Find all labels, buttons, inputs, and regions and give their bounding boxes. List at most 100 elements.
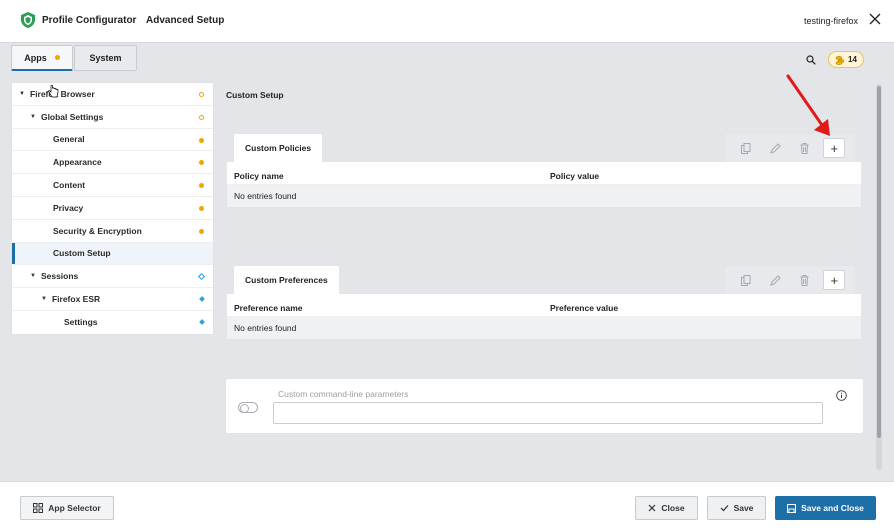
save-label: Save <box>733 503 754 513</box>
status-dot-icon <box>199 183 204 189</box>
status-diamond-icon <box>199 319 205 325</box>
empty-row: No entries found <box>227 317 861 339</box>
tree-item-firefox-esr[interactable]: ▼ Firefox ESR <box>12 288 213 311</box>
tree-item-label: Security & Encryption <box>53 225 142 236</box>
info-icon[interactable] <box>836 390 847 401</box>
tree-item-label: General <box>53 134 85 145</box>
grid-icon <box>33 503 44 513</box>
expand-caret-icon[interactable]: ▼ <box>19 91 25 97</box>
tree-item-label: Privacy <box>53 202 84 213</box>
search-icon[interactable] <box>806 55 816 65</box>
trash-icon <box>800 142 809 154</box>
table-header: Policy name Policy value <box>227 162 861 185</box>
notifications-badge[interactable]: 14 <box>828 51 864 68</box>
status-dot-icon <box>199 137 204 143</box>
command-line-card: Custom command-line parameters <box>225 378 864 434</box>
column-header-preference-value[interactable]: Preference value <box>550 303 618 313</box>
tab-custom-policies[interactable]: Custom Policies <box>234 134 323 162</box>
notifications-count: 14 <box>848 55 857 64</box>
column-header-preference-name[interactable]: Preference name <box>234 303 303 313</box>
tree-item-label: Appearance <box>53 157 102 168</box>
hand-cursor-icon <box>48 85 59 98</box>
close-icon <box>648 504 656 512</box>
footer-bar: App Selector Close Save Save and Close <box>0 481 894 529</box>
annotation-arrow-icon <box>786 74 830 136</box>
section-title: Custom Setup <box>226 90 284 100</box>
copy-icon <box>740 142 751 154</box>
checkmark-icon <box>720 505 729 512</box>
status-dot-icon <box>199 160 204 166</box>
page-title: Advanced Setup <box>146 15 225 26</box>
column-header-policy-name[interactable]: Policy name <box>234 171 284 181</box>
expand-caret-icon[interactable]: ▼ <box>30 114 36 120</box>
tree-item-label: Custom Setup <box>53 248 111 259</box>
save-and-close-label: Save and Close <box>801 503 864 513</box>
profile-name: testing-firefox <box>803 16 858 26</box>
command-line-toggle[interactable] <box>238 402 258 413</box>
status-dot-icon <box>199 205 204 211</box>
copy-icon <box>740 274 751 286</box>
tree-item-security-encryption[interactable]: Security & Encryption <box>12 220 213 243</box>
tree-item-label: Settings <box>64 317 98 328</box>
tree-item-settings[interactable]: Settings <box>12 311 213 334</box>
tree-item-label: Content <box>53 180 86 191</box>
save-and-close-button[interactable]: Save and Close <box>775 496 876 520</box>
status-dot-icon <box>199 228 204 234</box>
trash-icon <box>800 274 809 286</box>
tree-item-global-settings[interactable]: ▼ Global Settings <box>12 106 213 129</box>
tree-item-appearance[interactable]: Appearance <box>12 151 213 175</box>
custom-policies-panel: Custom Policies + Policy name Policy val… <box>227 134 861 216</box>
preferences-table: Preference name Preference value No entr… <box>227 294 861 339</box>
add-preference-button[interactable]: + <box>823 270 846 290</box>
close-label: Close <box>661 503 685 513</box>
app-selector-button[interactable]: App Selector <box>20 496 114 520</box>
pencil-icon <box>769 142 781 154</box>
main-scrollbar[interactable] <box>876 84 882 470</box>
tab-system-label: System <box>89 53 122 63</box>
tab-apps-label: Apps <box>24 52 47 63</box>
preferences-toolbar: + <box>725 266 855 294</box>
empty-row: No entries found <box>227 185 861 207</box>
tree-item-general[interactable]: General <box>12 129 213 152</box>
tree-item-firefox-browser[interactable]: ▼ Firefox Browser <box>12 83 213 106</box>
tree-item-label: Sessions <box>40 271 79 282</box>
close-button[interactable]: Close <box>635 496 698 520</box>
status-ring-icon <box>199 114 204 120</box>
edit-button[interactable] <box>764 270 786 290</box>
scrollbar-thumb[interactable] <box>877 86 881 438</box>
status-diamond-outline-icon <box>197 273 206 281</box>
duplicate-button[interactable] <box>735 270 757 290</box>
save-disk-icon <box>787 503 797 513</box>
app-name: Profile Configurator <box>42 15 137 26</box>
command-line-label: Custom command-line parameters <box>278 389 409 399</box>
tree-item-privacy[interactable]: Privacy <box>12 197 213 220</box>
expand-caret-icon[interactable]: ▼ <box>41 296 47 302</box>
delete-button[interactable] <box>794 270 816 290</box>
status-ring-icon <box>199 92 204 97</box>
shield-logo-icon <box>21 12 35 28</box>
tree-item-label: Global Settings <box>40 111 104 122</box>
app-header: Profile Configurator Advanced Setup test… <box>0 0 894 43</box>
pencil-icon <box>769 274 781 286</box>
command-line-input[interactable] <box>273 402 823 424</box>
duplicate-button[interactable] <box>735 138 757 158</box>
tab-apps[interactable]: Apps <box>11 45 73 71</box>
custom-preferences-panel: Custom Preferences + Preference name Pre… <box>227 266 861 348</box>
save-button[interactable]: Save <box>707 496 766 520</box>
close-icon[interactable] <box>869 13 881 25</box>
column-header-policy-value[interactable]: Policy value <box>550 171 599 181</box>
tab-system[interactable]: System <box>74 45 137 71</box>
coin-stack-icon <box>835 55 845 65</box>
settings-tree: ▼ Firefox Browser ▼ Global Settings Gene… <box>11 82 214 335</box>
expand-caret-icon[interactable]: ▼ <box>30 273 36 279</box>
tree-item-custom-setup[interactable]: Custom Setup <box>12 242 213 266</box>
tab-custom-preferences[interactable]: Custom Preferences <box>234 266 339 294</box>
tree-item-label: Firefox Browser <box>29 88 95 99</box>
app-selector-label: App Selector <box>48 503 101 513</box>
table-header: Preference name Preference value <box>227 294 861 317</box>
tree-item-sessions[interactable]: ▼ Sessions <box>12 265 213 289</box>
warning-dot-icon <box>54 55 60 60</box>
tree-item-content[interactable]: Content <box>12 174 213 197</box>
tree-item-label: Firefox ESR <box>51 294 101 305</box>
policies-table: Policy name Policy value No entries foun… <box>227 162 861 207</box>
